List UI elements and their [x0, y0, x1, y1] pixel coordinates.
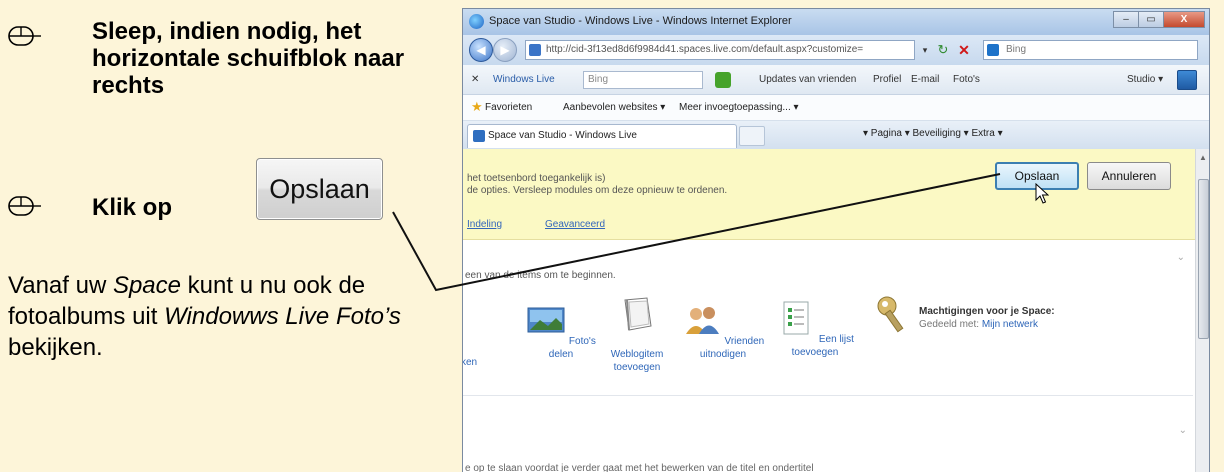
info-paragraph: Vanaf uw Space kunt u nu ook de fotoalbu…	[8, 272, 401, 361]
mouse-right-icon	[8, 26, 41, 46]
favorites-button[interactable]: Favorieten	[485, 102, 532, 113]
key-icon	[877, 296, 904, 333]
permissions-shared: Gedeeld met: Mijn netwerk	[919, 319, 1038, 330]
bing-icon	[987, 44, 999, 56]
star-icon: ★	[471, 99, 483, 114]
share-photos-item[interactable]: Foto's delen	[521, 302, 601, 361]
live-search-input[interactable]: Bing	[583, 71, 703, 89]
back-button[interactable]: ◀	[469, 38, 493, 62]
cancel-button[interactable]: Annuleren	[1087, 162, 1171, 190]
window-title: Space van Studio - Windows Live - Window…	[489, 15, 792, 27]
customize-bar: het toetsenbord toegankelijk is) de opti…	[463, 149, 1195, 240]
tab-icon	[473, 130, 485, 142]
window-controls: – ▭ X	[1113, 11, 1205, 29]
addons-link[interactable]: Meer invoegtoepassing... ▾	[679, 102, 799, 113]
panel2-collapse-icon[interactable]: ⌄	[1179, 425, 1187, 436]
photo-icon	[527, 307, 565, 333]
toolbar-photos[interactable]: Foto's	[953, 74, 980, 85]
feature-item[interactable]: ken	[463, 356, 477, 369]
mouse-pointer-icon	[1035, 183, 1049, 204]
title-bar: Space van Studio - Windows Live - Window…	[463, 9, 1209, 35]
add-blog-item[interactable]: Weblogitem toevoegen	[595, 290, 679, 374]
live-search-go-icon[interactable]	[715, 72, 731, 88]
customize-hint-2: de opties. Versleep modules om deze opni…	[467, 185, 728, 196]
suggested-sites-link[interactable]: Aanbevolen websites ▾	[563, 102, 665, 113]
panel-intro: een van de items om te beginnen.	[465, 270, 616, 281]
toolbar-updates[interactable]: Updates van vrienden	[759, 74, 856, 85]
vertical-scrollbar[interactable]: ▲	[1195, 149, 1209, 472]
address-dropdown-icon[interactable]: ▾	[918, 40, 932, 60]
windows-live-toolbar: ✕ Windows Live Bing Updates van vrienden…	[463, 65, 1209, 95]
layout-link[interactable]: Indeling	[467, 219, 502, 230]
step-drag-scrollbar: Sleep, indien nodig, het horizontale sch…	[92, 18, 405, 99]
toolbar-email[interactable]: E-mail	[911, 74, 939, 85]
toolbar-close-icon[interactable]: ✕	[471, 74, 479, 85]
add-list-item[interactable]: Een lijst toevoegen	[773, 300, 857, 359]
new-tab-button[interactable]	[739, 126, 765, 146]
mouse-right-icon	[8, 196, 41, 216]
getting-started-panel: ⌄ een van de items om te beginnen. ken F…	[463, 246, 1193, 396]
command-bar[interactable]: ▾ Pagina ▾ Beveiliging ▾ Extra ▾	[863, 128, 1003, 139]
opslaan-button-illustration: Opslaan	[256, 158, 383, 220]
search-input[interactable]: Bing	[983, 40, 1198, 60]
address-row: ◀ ▶ http://cid-3f13ed8d6f9984d41.spaces.…	[463, 35, 1209, 65]
scroll-up-icon[interactable]: ▲	[1199, 153, 1207, 162]
maximize-button[interactable]: ▭	[1138, 11, 1164, 28]
toolbar-studio[interactable]: Studio ▾	[1127, 74, 1163, 85]
refresh-icon[interactable]: ↻	[933, 40, 953, 60]
bottom-hint: e op te slaan voordat je verder gaat met…	[465, 463, 814, 472]
forward-button[interactable]: ▶	[493, 38, 517, 62]
customize-hint-1: het toetsenbord toegankelijk is)	[467, 173, 606, 184]
panel-collapse-icon[interactable]: ⌄	[1177, 252, 1185, 263]
notebook-icon	[624, 297, 652, 331]
page-content: het toetsenbord toegankelijk is) de opti…	[463, 149, 1195, 472]
invite-friends-item[interactable]: Vrienden uitnodigen	[681, 302, 765, 361]
address-bar[interactable]: http://cid-3f13ed8d6f9984d41.spaces.live…	[525, 40, 915, 60]
instruction-panel: Sleep, indien nodig, het horizontale sch…	[0, 0, 448, 472]
messenger-icon[interactable]	[1177, 70, 1197, 90]
ie-window-screenshot: Space van Studio - Windows Live - Window…	[462, 8, 1210, 472]
close-window-button[interactable]: X	[1163, 11, 1205, 28]
tab-row: Space van Studio - Windows Live ▾ Pagina…	[463, 121, 1209, 149]
ie-logo-icon	[469, 14, 484, 29]
toolbar-profile[interactable]: Profiel	[873, 74, 901, 85]
list-icon	[783, 301, 809, 335]
stop-icon[interactable]: ✕	[954, 40, 974, 60]
minimize-button[interactable]: –	[1113, 11, 1139, 28]
page-icon	[529, 44, 541, 56]
advanced-link[interactable]: Geavanceerd	[545, 219, 605, 230]
step-click-label: Klik op	[92, 194, 173, 221]
people-icon	[685, 307, 719, 334]
favorites-bar: ★ Favorieten Aanbevolen websites ▾ Meer …	[463, 95, 1209, 121]
windows-live-brand[interactable]: Windows Live	[493, 74, 555, 85]
my-network-link[interactable]: Mijn netwerk	[982, 319, 1038, 330]
tab-space-van-studio[interactable]: Space van Studio - Windows Live	[467, 124, 737, 148]
scrollbar-thumb[interactable]	[1198, 179, 1209, 339]
permissions-title: Machtigingen voor je Space:	[919, 306, 1055, 317]
